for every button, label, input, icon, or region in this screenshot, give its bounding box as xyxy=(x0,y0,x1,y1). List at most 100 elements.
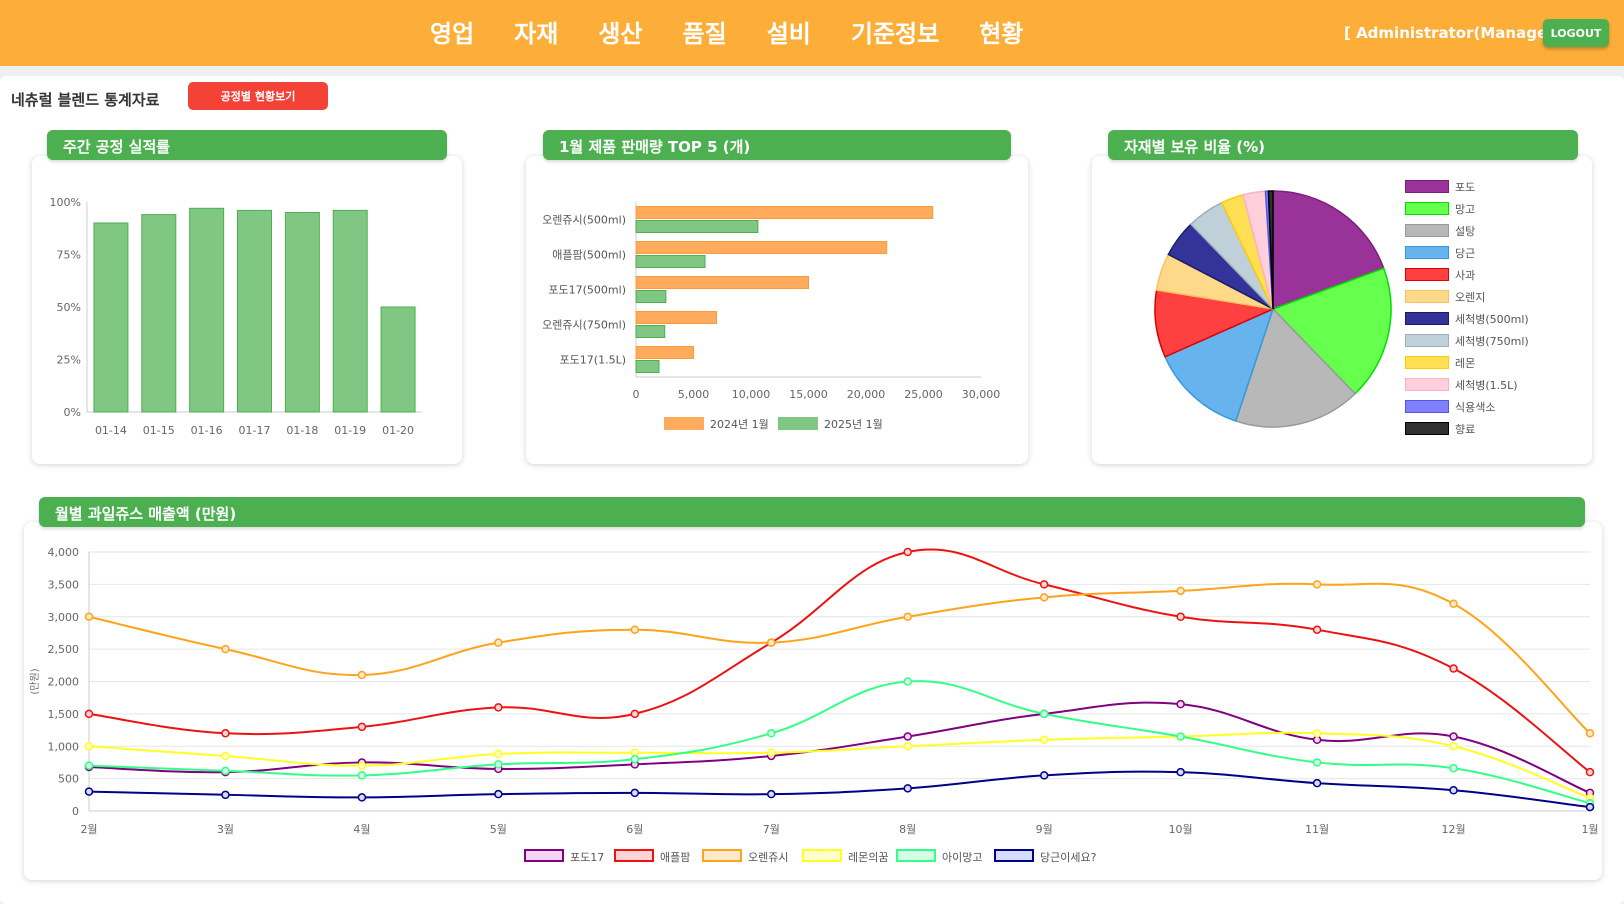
y-tick-label: 0% xyxy=(64,406,81,419)
x-tick-label: 12월 xyxy=(1441,823,1465,835)
nav-item-master-data[interactable]: 기준정보 xyxy=(851,14,939,49)
point-레몬의꿈-4월 xyxy=(357,761,367,770)
point-레몬의꿈-5월 xyxy=(494,749,503,759)
point-아이망고-5월 xyxy=(494,760,503,769)
legend-swatch-4[interactable] xyxy=(896,849,936,862)
legend-label: 당근 xyxy=(1455,247,1476,260)
x-tick-label: 01-18 xyxy=(286,424,318,437)
point-아이망고-4월 xyxy=(357,771,367,780)
x-tick-label: 8월 xyxy=(899,823,916,835)
point-레몬의꿈-8월 xyxy=(903,742,912,751)
point-당근이세요?-4월 xyxy=(357,793,367,802)
y-tick-label: 애플팜(500ml) xyxy=(552,249,626,262)
point-포도17-10월 xyxy=(1176,699,1185,709)
legend-swatch-4[interactable] xyxy=(1405,268,1449,281)
bar-2025년 1월-포도17(500ml) xyxy=(635,290,667,303)
nav-item-materials[interactable]: 자재 xyxy=(514,14,558,49)
legend-label: 설탕 xyxy=(1455,225,1476,238)
y-tick-label: 포도17(500ml) xyxy=(548,284,626,297)
x-tick-label: 1월 xyxy=(1581,823,1598,835)
legend-swatch-6[interactable] xyxy=(1405,312,1449,325)
x-tick-label: 15,000 xyxy=(789,388,828,401)
point-당근이세요?-9월 xyxy=(1039,771,1049,780)
point-아이망고-6월 xyxy=(630,754,640,764)
point-레몬의꿈-9월 xyxy=(1039,735,1049,745)
point-당근이세요?-11월 xyxy=(1312,778,1322,788)
y-tick-label: 25% xyxy=(57,354,81,367)
y-tick-label: 100% xyxy=(50,196,81,209)
y-tick-label: 4,000 xyxy=(48,546,80,559)
y-tick-label: 3,000 xyxy=(48,611,80,624)
legend-swatch-3[interactable] xyxy=(802,849,842,862)
x-tick-label: 2월 xyxy=(80,823,97,835)
bar-01-17 xyxy=(237,209,272,413)
y-tick-label: 오렌쥬시(500ml) xyxy=(542,214,626,227)
legend-label: 2025년 1월 xyxy=(824,418,883,431)
legend-swatch-9[interactable] xyxy=(1405,378,1449,391)
x-tick-label: 01-14 xyxy=(95,424,127,437)
point-오렌쥬시-4월 xyxy=(357,670,367,680)
x-tick-label: 7월 xyxy=(763,823,780,835)
x-tick-label: 10,000 xyxy=(732,388,771,401)
top5-sales-chart: 0 5,000 10,000 15,000 20,000 25,000 30,000 오렌쥬시… xyxy=(542,202,1000,401)
legend-swatch-1[interactable] xyxy=(1405,202,1449,215)
legend-label: 아이망고 xyxy=(942,851,983,864)
point-당근이세요?-8월 xyxy=(903,784,912,793)
legend-label: 2024년 1월 xyxy=(710,418,769,431)
nav-item-quality[interactable]: 품질 xyxy=(683,14,727,49)
point-당근이세요?-7월 xyxy=(767,789,776,799)
x-tick-label: 01-16 xyxy=(191,424,223,437)
x-tick-label: 0 xyxy=(633,388,640,401)
x-tick-label: 5월 xyxy=(490,823,507,835)
point-오렌쥬시-1월 xyxy=(1585,729,1595,738)
point-아이망고-11월 xyxy=(1312,758,1322,767)
point-아이망고-8월 xyxy=(903,677,912,686)
point-애플팜-10월 xyxy=(1176,612,1185,621)
legend-swatch-11[interactable] xyxy=(1405,422,1449,435)
legend-label: 당근이세요? xyxy=(1040,851,1097,864)
y-tick-label: 2,500 xyxy=(48,643,80,656)
nav-item-production[interactable]: 생산 xyxy=(598,14,642,49)
legend-swatch-5[interactable] xyxy=(1405,290,1449,303)
legend-swatch-10[interactable] xyxy=(1405,400,1449,413)
legend-swatch-1[interactable] xyxy=(778,417,818,430)
nav-item-status[interactable]: 현황 xyxy=(979,14,1023,49)
legend-swatch-0[interactable] xyxy=(524,849,564,862)
point-아이망고-7월 xyxy=(767,729,776,738)
bar-2024년 1월-오렌쥬시(750ml) xyxy=(635,311,717,324)
legend-label: 망고 xyxy=(1455,203,1476,216)
x-tick-label: 25,000 xyxy=(904,388,943,401)
point-아이망고-2월 xyxy=(84,761,94,770)
legend-swatch-0[interactable] xyxy=(664,417,704,430)
nav-item-sales[interactable]: 영업 xyxy=(430,14,474,49)
bar-2025년 1월-애플팜(500ml) xyxy=(635,255,706,268)
top5-sales-title: 1월 제품 판매량 TOP 5 (개) xyxy=(543,130,1011,160)
legend-swatch-7[interactable] xyxy=(1405,334,1449,347)
y-tick-label: 1,000 xyxy=(48,740,80,753)
logout-button[interactable]: LOGOUT xyxy=(1543,19,1609,47)
point-당근이세요?-10월 xyxy=(1176,767,1185,777)
y-tick-label: 50% xyxy=(57,301,81,314)
nav-item-equipment[interactable]: 설비 xyxy=(767,14,811,49)
point-레몬의꿈-12월 xyxy=(1449,742,1458,751)
x-tick-label: 5,000 xyxy=(678,388,710,401)
legend-swatch-0[interactable] xyxy=(1405,180,1449,193)
point-당근이세요?-2월 xyxy=(84,787,94,796)
x-tick-label: 01-15 xyxy=(143,424,175,437)
legend-swatch-5[interactable] xyxy=(994,849,1034,862)
legend-label: 세척병(750ml) xyxy=(1455,335,1529,348)
bar-2024년 1월-포도17(1.5L) xyxy=(635,346,694,359)
y-tick-label: 오렌쥬시(750ml) xyxy=(542,319,626,332)
monthly-sales-title: 월별 과일쥬스 매출액 (만원) xyxy=(39,497,1585,527)
series-line-포도17 xyxy=(88,701,1591,794)
legend-label: 향료 xyxy=(1455,423,1476,436)
legend-swatch-8[interactable] xyxy=(1405,356,1449,369)
bar-01-19 xyxy=(332,209,368,413)
point-아이망고-3월 xyxy=(221,766,230,776)
legend-swatch-2[interactable] xyxy=(702,849,742,862)
legend-swatch-1[interactable] xyxy=(614,849,654,862)
x-tick-label: 11월 xyxy=(1305,823,1329,835)
process-status-button[interactable]: 공정별 현황보기 xyxy=(188,82,328,110)
legend-swatch-3[interactable] xyxy=(1405,246,1449,259)
legend-swatch-2[interactable] xyxy=(1405,224,1449,237)
